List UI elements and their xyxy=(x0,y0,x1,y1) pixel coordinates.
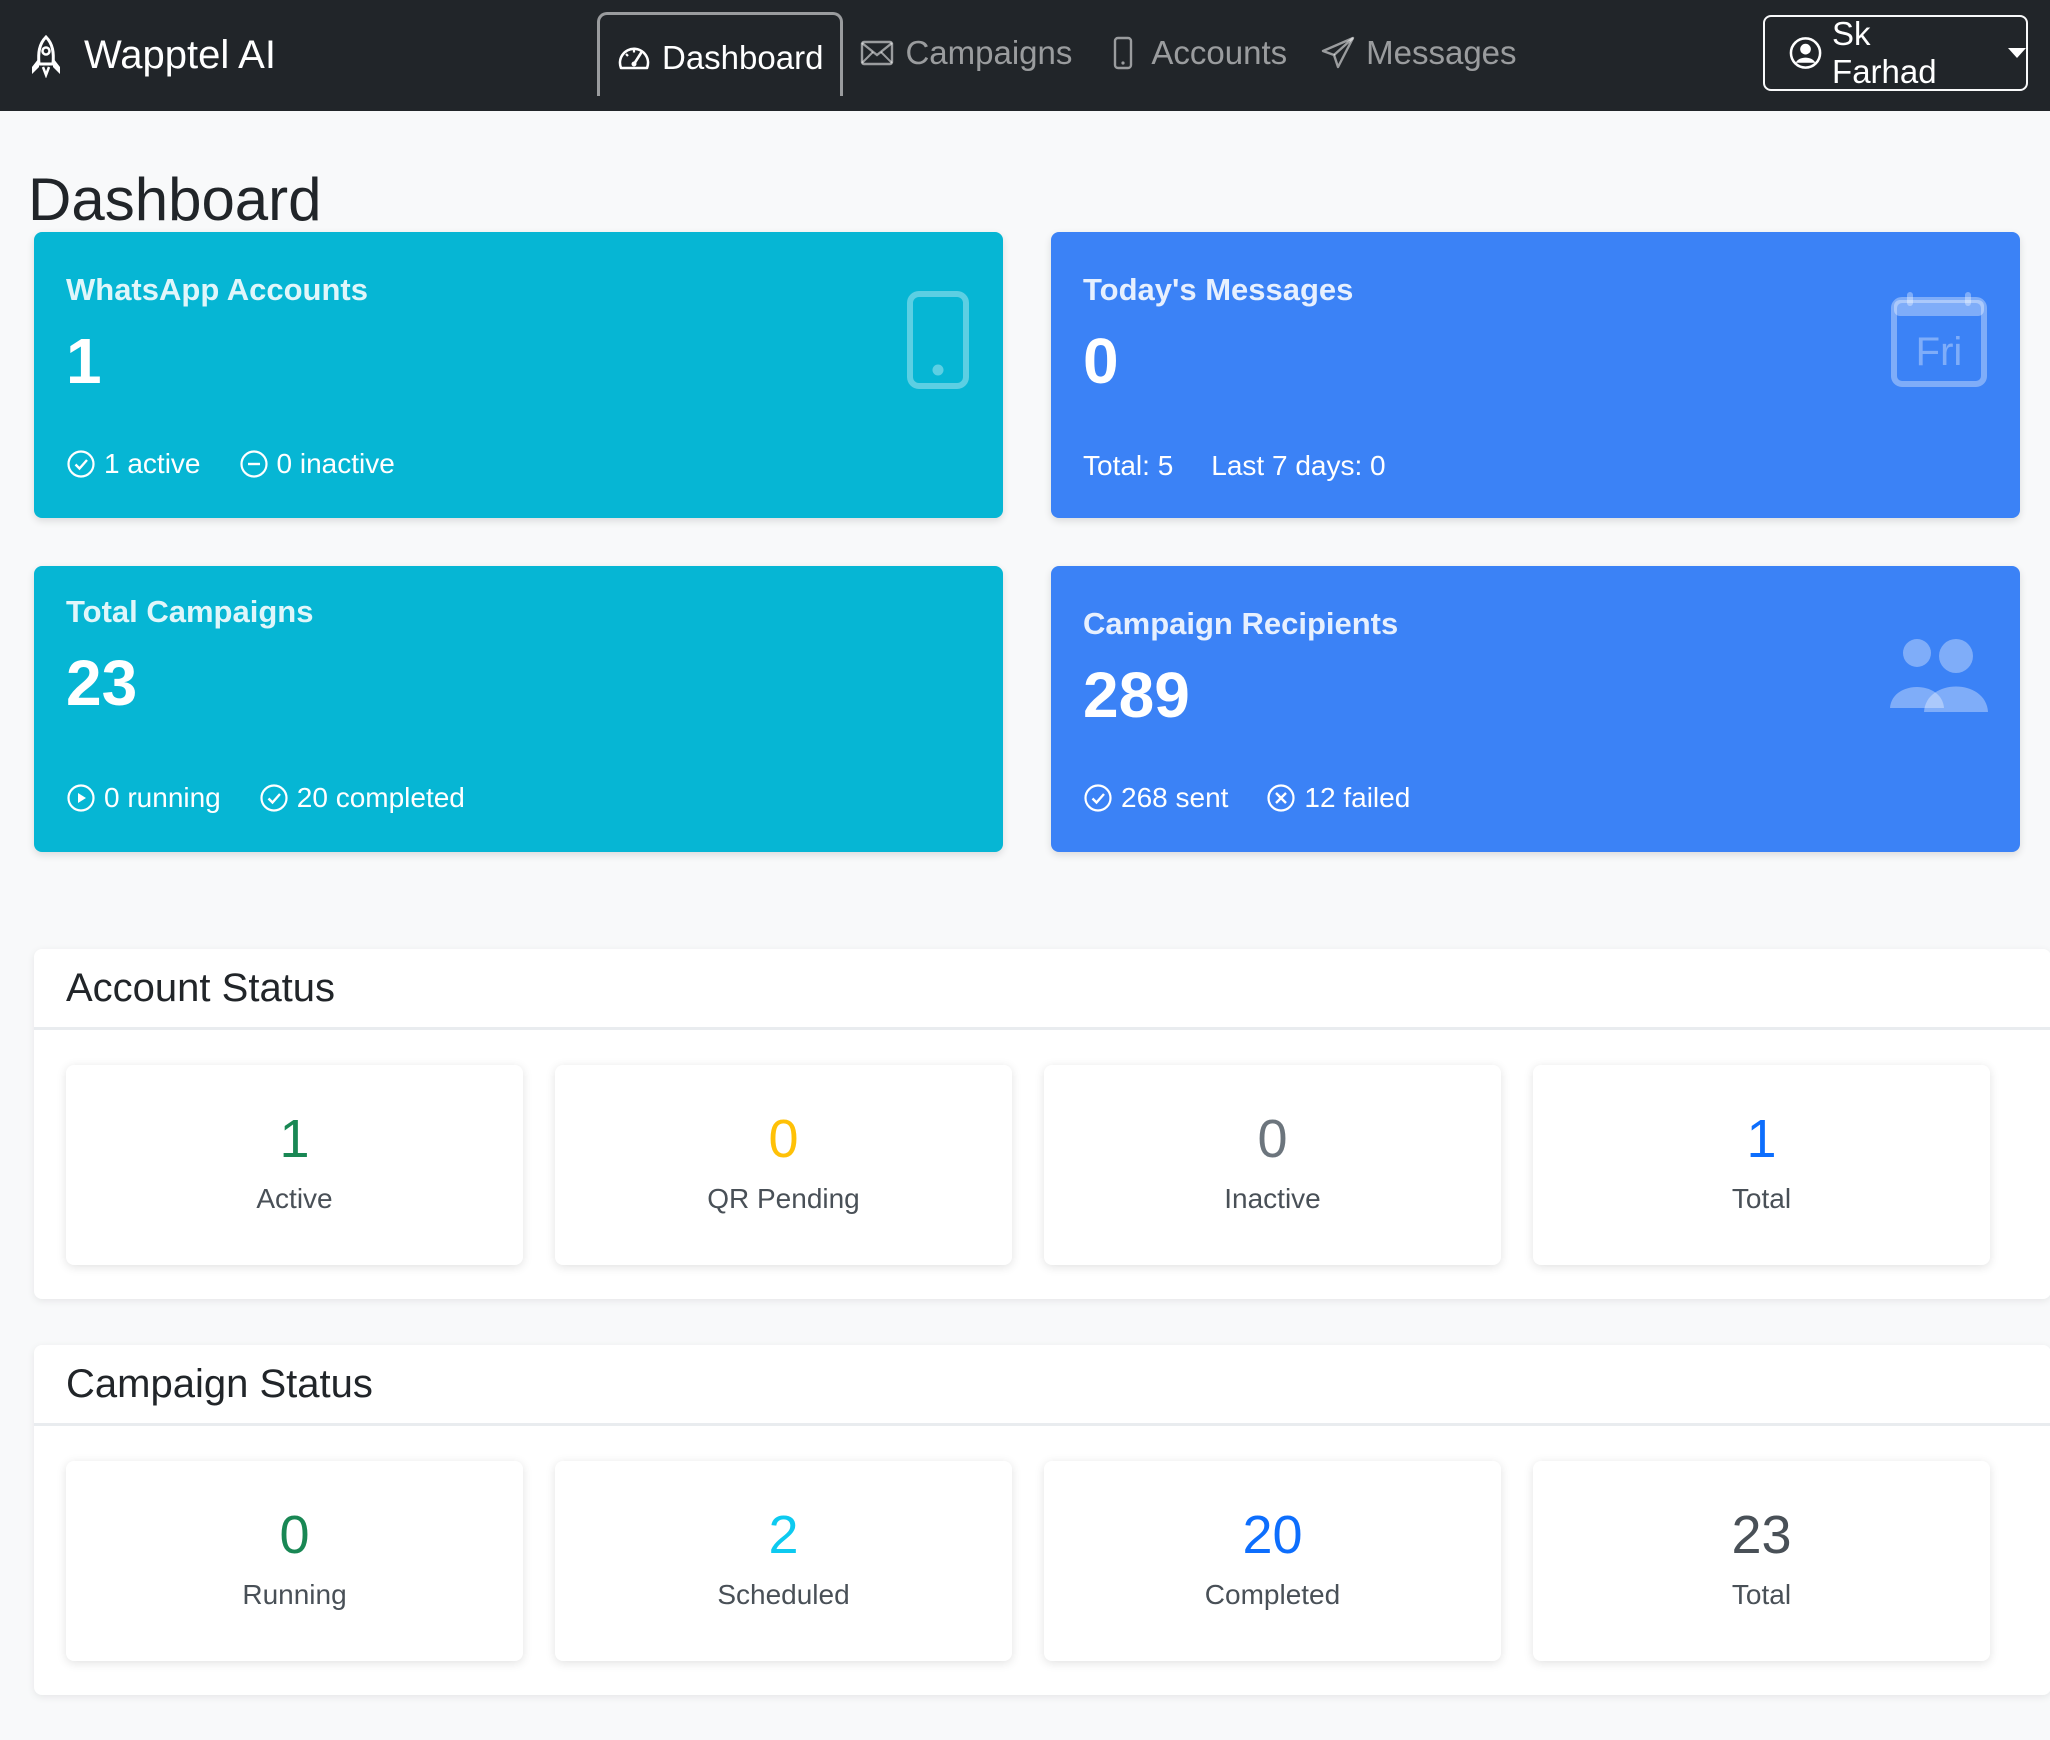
navbar: Wapptel AI Dashboard Campaigns Accounts … xyxy=(0,0,2050,111)
play-circle-icon xyxy=(67,784,95,812)
tile-label: Active xyxy=(256,1183,333,1214)
tile-label: Completed xyxy=(1204,1579,1341,1610)
meta-active-label: 1 active xyxy=(104,448,201,479)
meta-running-label: 0 running xyxy=(104,782,221,813)
dash-circle-icon xyxy=(239,450,268,478)
card-meta: 1 active 0 inactive xyxy=(66,448,395,480)
card-meta: 0 running 20 completed xyxy=(66,782,465,814)
nav-messages[interactable]: Messages xyxy=(1304,12,1533,94)
check-circle-icon xyxy=(1084,784,1112,812)
tile-active: 1 Active xyxy=(66,1065,523,1265)
meta-inactive: 0 inactive xyxy=(239,448,395,480)
meta-total: Total: 5 xyxy=(1083,450,1174,481)
card-title: WhatsApp Accounts xyxy=(66,272,368,307)
nav-dashboard-label: Dashboard xyxy=(662,38,824,76)
nav-dashboard[interactable]: Dashboard xyxy=(597,12,844,96)
check-circle-icon xyxy=(260,784,288,812)
people-icon xyxy=(1890,639,1988,712)
nav-accounts[interactable]: Accounts xyxy=(1089,12,1304,94)
nav-campaigns-label: Campaigns xyxy=(905,34,1073,71)
tile-qr-pending: 0 QR Pending xyxy=(555,1065,1012,1265)
whatsapp-accounts-card: WhatsApp Accounts 1 1 active 0 inactive xyxy=(34,232,1003,518)
tile-completed: 20 Completed xyxy=(1044,1461,1501,1661)
calendar-day-text: Fri xyxy=(1916,330,1963,374)
card-title: Campaign Recipients xyxy=(1083,606,1399,641)
speedometer-icon xyxy=(618,47,650,69)
tile-total: 1 Total xyxy=(1533,1065,1990,1265)
caret-down-icon xyxy=(2008,48,2026,58)
tile-value: 0 xyxy=(1257,1109,1288,1169)
card-meta: 268 sent 12 failed xyxy=(1083,782,1410,814)
card-value: 0 xyxy=(1083,325,1119,397)
tile-label: Scheduled xyxy=(717,1579,850,1610)
card-value: 23 xyxy=(66,647,138,719)
tile-value: 1 xyxy=(1746,1109,1777,1169)
meta-sent: 268 sent xyxy=(1083,782,1228,814)
x-circle-icon xyxy=(1267,784,1296,812)
meta-sent-label: 268 sent xyxy=(1121,782,1229,813)
card-title: Total Campaigns xyxy=(66,594,314,629)
rocket-icon xyxy=(32,34,60,78)
check-circle-icon xyxy=(67,450,95,478)
nav-messages-label: Messages xyxy=(1366,34,1517,71)
tile-label: Running xyxy=(242,1579,347,1610)
account-status-tiles: 1 Active 0 QR Pending 0 Inactive 1 Total xyxy=(66,1065,1990,1265)
card-value: 289 xyxy=(1083,659,1190,731)
total-campaigns-card: Total Campaigns 23 0 running 20 complete… xyxy=(34,566,1003,852)
tile-value: 23 xyxy=(1731,1505,1792,1565)
main-nav: Dashboard Campaigns Accounts Messages xyxy=(597,0,1534,111)
meta-completed-label: 20 completed xyxy=(296,782,465,813)
tile-inactive: 0 Inactive xyxy=(1044,1065,1501,1265)
tile-total: 23 Total xyxy=(1533,1461,1990,1661)
todays-messages-card: Today's Messages 0 Total: 5 Last 7 days:… xyxy=(1051,232,2020,518)
nav-accounts-label: Accounts xyxy=(1151,34,1288,71)
user-circle-icon xyxy=(1789,37,1822,69)
meta-last7: Last 7 days: 0 xyxy=(1211,450,1386,481)
meta-inactive-label: 0 inactive xyxy=(276,448,395,479)
tile-label: Total xyxy=(1731,1579,1792,1610)
envelope-icon xyxy=(861,40,894,66)
tile-value: 1 xyxy=(279,1109,310,1169)
campaign-status-tiles: 0 Running 2 Scheduled 20 Completed 23 To… xyxy=(66,1461,1990,1661)
phone-icon xyxy=(907,291,969,389)
panel-title: Campaign Status xyxy=(34,1345,2050,1426)
nav-campaigns[interactable]: Campaigns xyxy=(843,12,1089,94)
tile-value: 2 xyxy=(768,1505,799,1565)
campaign-status-panel: Campaign Status 0 Running 2 Scheduled 20… xyxy=(34,1345,2050,1695)
send-icon xyxy=(1321,36,1355,69)
account-status-panel: Account Status 1 Active 0 QR Pending 0 I… xyxy=(34,949,2050,1299)
panel-title: Account Status xyxy=(34,949,2050,1030)
meta-active: 1 active xyxy=(66,448,201,480)
tile-label: Inactive xyxy=(1224,1183,1321,1214)
tile-value: 0 xyxy=(768,1109,799,1169)
tile-label: QR Pending xyxy=(707,1183,860,1214)
brand-name: Wapptel AI xyxy=(84,33,276,77)
meta-completed: 20 completed xyxy=(259,782,465,814)
card-title: Today's Messages xyxy=(1083,272,1354,307)
tile-label: Total xyxy=(1731,1183,1792,1214)
tile-running: 0 Running xyxy=(66,1461,523,1661)
campaign-recipients-card: Campaign Recipients 289 268 sent 12 fail… xyxy=(1051,566,2020,852)
meta-failed-label: 12 failed xyxy=(1304,782,1411,813)
meta-running: 0 running xyxy=(66,782,221,814)
tile-value: 0 xyxy=(279,1505,310,1565)
page-title: Dashboard xyxy=(28,166,322,233)
phone-icon xyxy=(1114,36,1133,70)
card-meta: Total: 5 Last 7 days: 0 xyxy=(1083,450,1386,482)
user-menu-button[interactable]: Sk Farhad xyxy=(1763,15,2028,91)
tile-value: 20 xyxy=(1242,1505,1303,1565)
meta-failed: 12 failed xyxy=(1266,782,1410,814)
brand[interactable]: Wapptel AI xyxy=(28,0,276,111)
user-name: Sk Farhad xyxy=(1832,15,1937,90)
calendar-icon: Fri xyxy=(1891,292,1987,387)
card-value: 1 xyxy=(66,325,102,397)
tile-scheduled: 2 Scheduled xyxy=(555,1461,1012,1661)
